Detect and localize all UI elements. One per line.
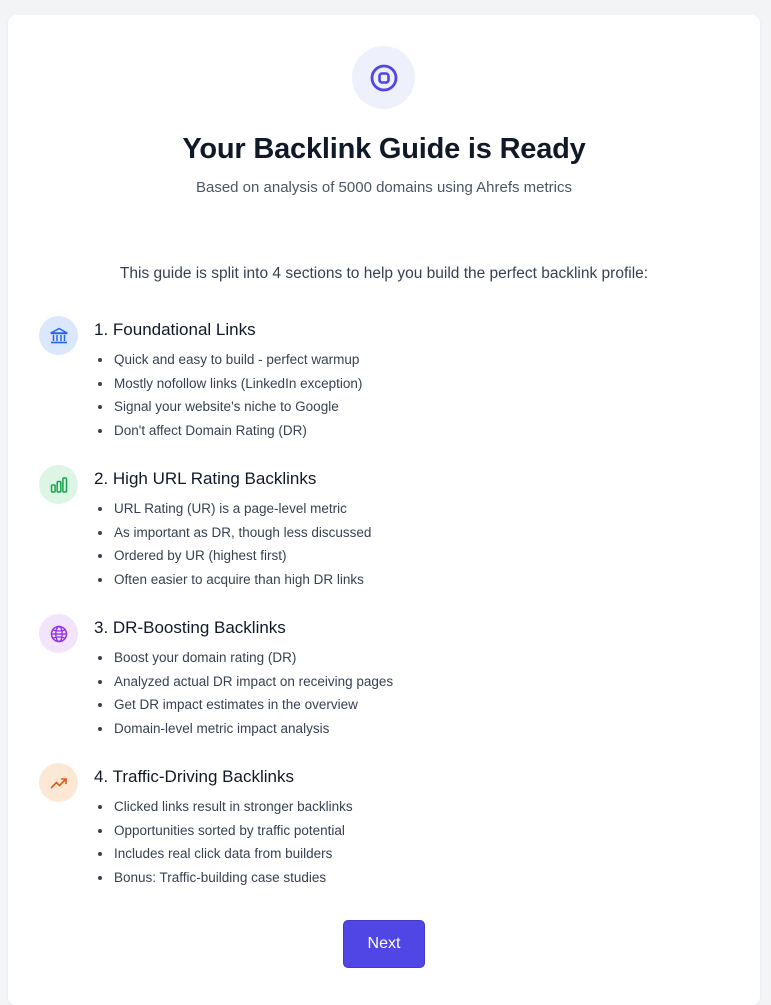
list-item: URL Rating (UR) is a page-level metric [94,501,371,525]
section-high-url-rating: 2. High URL Rating Backlinks URL Rating … [8,465,760,605]
section-title: 3. DR-Boosting Backlinks [94,618,286,637]
list-item: Bonus: Traffic-building case studies [94,870,353,894]
globe-icon [39,614,78,653]
bank-icon [39,316,78,355]
list-item: Get DR impact estimates in the overview [94,697,393,721]
list-item: Quick and easy to build - perfect warmup [94,352,362,376]
list-item: Domain-level metric impact analysis [94,721,393,745]
next-button[interactable]: Next [343,920,425,968]
list-item: Ordered by UR (highest first) [94,548,371,572]
section-title: 4. Traffic-Driving Backlinks [94,767,294,786]
list-item: Signal your website's niche to Google [94,399,362,423]
intro-text: This guide is split into 4 sections to h… [119,265,649,282]
list-item: Boost your domain rating (DR) [94,650,393,674]
section-title: 2. High URL Rating Backlinks [94,469,317,488]
section-dr-boosting: 3. DR-Boosting Backlinks Boost your doma… [8,614,760,754]
list-item: Often easier to acquire than high DR lin… [94,572,371,596]
list-item: As important as DR, though less discusse… [94,525,371,549]
section-bullets: Boost your domain rating (DR) Analyzed a… [94,650,393,745]
trending-up-icon [39,763,78,802]
section-foundational-links: 1. Foundational Links Quick and easy to … [8,316,760,456]
section-bullets: Quick and easy to build - perfect warmup… [94,352,362,447]
target-icon [352,46,415,109]
bar-chart-icon [39,465,78,504]
section-bullets: Clicked links result in stronger backlin… [94,799,353,894]
section-traffic-driving: 4. Traffic-Driving Backlinks Clicked lin… [8,763,760,903]
page-subtitle: Based on analysis of 5000 domains using … [195,179,573,196]
list-item: Includes real click data from builders [94,846,353,870]
page-title: Your Backlink Guide is Ready [182,133,586,165]
guide-card: Your Backlink Guide is Ready Based on an… [8,15,760,1005]
list-item: Opportunities sorted by traffic potentia… [94,823,353,847]
list-item: Don't affect Domain Rating (DR) [94,423,362,447]
section-title: 1. Foundational Links [94,320,256,339]
list-item: Analyzed actual DR impact on receiving p… [94,674,393,698]
list-item: Mostly nofollow links (LinkedIn exceptio… [94,376,362,400]
list-item: Clicked links result in stronger backlin… [94,799,353,823]
section-bullets: URL Rating (UR) is a page-level metric A… [94,501,371,596]
